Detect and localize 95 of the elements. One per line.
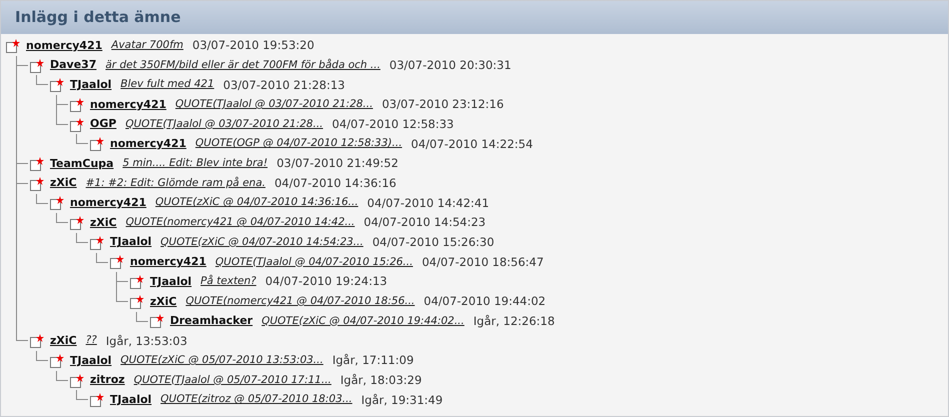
post-date: 04/07-2010 19:24:13 <box>265 273 388 290</box>
post-date: 04/07-2010 12:58:33 <box>332 116 454 133</box>
post-date: 03/07-2010 20:30:31 <box>389 56 512 74</box>
new-post-icon <box>50 78 64 92</box>
post-date: Igår, 19:31:49 <box>361 392 443 409</box>
post-date: 04/07-2010 18:56:47 <box>422 254 544 271</box>
post-date: 04/07-2010 14:36:16 <box>274 175 396 192</box>
post-subject-link[interactable]: På texten? <box>200 274 256 290</box>
new-post-icon <box>150 314 164 328</box>
new-post-icon <box>6 38 20 53</box>
author-link[interactable]: zXiC <box>50 332 77 350</box>
post-subject-link[interactable]: Blev fult med 421 <box>120 77 214 94</box>
post-subject-link[interactable]: QUOTE(TJaalol @ 04/07-2010 15:26... <box>215 254 413 270</box>
post-subject-link[interactable]: QUOTE(zitroz @ 05/07-2010 18:03... <box>160 392 352 408</box>
author-link[interactable]: TJaalol <box>150 274 192 290</box>
tree-connector <box>76 232 88 243</box>
post-date: 03/07-2010 21:49:52 <box>276 155 398 172</box>
tree-connector <box>96 252 108 263</box>
author-link[interactable]: TJaalol <box>70 352 112 370</box>
author-link[interactable]: TJaalol <box>110 392 152 408</box>
tree-connector <box>116 272 128 282</box>
author-link[interactable]: zXiC <box>50 175 77 192</box>
new-post-icon <box>50 196 64 210</box>
tree-connector <box>76 134 88 144</box>
post-subject-link[interactable]: ?? <box>86 333 97 350</box>
post-date: 04/07-2010 14:54:23 <box>364 214 486 232</box>
tree-connector <box>36 194 48 204</box>
new-post-icon <box>30 334 44 348</box>
author-link[interactable]: OGP <box>90 116 116 133</box>
tree-connector <box>16 174 28 184</box>
author-link[interactable]: TJaalol <box>110 234 152 251</box>
new-post-icon <box>70 118 84 132</box>
author-link[interactable]: nomercy421 <box>70 195 146 212</box>
new-post-icon <box>30 156 44 171</box>
new-post-icon <box>70 98 84 112</box>
post-date: 04/07-2010 14:22:54 <box>411 136 533 153</box>
new-post-icon <box>30 58 44 73</box>
author-link[interactable]: zXiC <box>150 294 177 310</box>
author-link[interactable]: TJaalol <box>70 76 112 94</box>
tree-connector <box>36 75 48 86</box>
tree-connector <box>56 370 68 381</box>
post-date: 03/07-2010 23:12:16 <box>382 96 504 114</box>
post-subject-link[interactable]: QUOTE(OGP @ 04/07-2010 12:58:33)... <box>195 136 402 152</box>
post-date: Igår, 18:03:29 <box>340 372 422 389</box>
tree-connector <box>16 331 28 342</box>
post-subject-link[interactable]: QUOTE(zXiC @ 04/07-2010 19:44:02... <box>262 314 464 330</box>
tree-connector <box>136 312 148 322</box>
author-link[interactable]: nomercy421 <box>110 136 186 153</box>
post-subject-link[interactable]: QUOTE(zXiC @ 04/07-2010 14:36:16... <box>155 195 358 212</box>
post-subject-link[interactable]: QUOTE(nomercy421 @ 04/07-2010 14:42... <box>126 215 355 231</box>
new-post-icon <box>70 374 84 388</box>
new-post-icon <box>30 176 44 191</box>
post-date: 04/07-2010 14:42:41 <box>367 194 490 212</box>
post-date: Igår, 12:26:18 <box>473 312 555 330</box>
post-subject-link[interactable]: QUOTE(nomercy421 @ 04/07-2010 18:56... <box>186 294 415 310</box>
new-post-icon <box>90 236 104 250</box>
new-post-icon <box>70 216 84 230</box>
tree-connector <box>16 56 28 66</box>
author-link[interactable]: Dave37 <box>50 57 96 74</box>
tree-connector <box>36 351 48 361</box>
post-subject-link[interactable]: QUOTE(zXiC @ 05/07-2010 13:53:03... <box>120 352 324 369</box>
post-subject-link[interactable]: är det 350FM/bild eller är det 700FM för båda och ... <box>106 58 380 74</box>
post-subject-link[interactable]: #1: #2: Edit: Glömde ram på ena. <box>86 176 266 192</box>
new-post-icon <box>130 294 144 309</box>
new-post-icon <box>90 393 104 408</box>
post-date: 04/07-2010 15:26:30 <box>372 234 494 252</box>
author-link[interactable]: zXiC <box>90 214 117 232</box>
section-title: Inlägg i detta ämne <box>15 7 181 28</box>
author-link[interactable]: nomercy421 <box>26 38 102 54</box>
author-link[interactable]: nomercy421 <box>130 254 206 271</box>
author-link[interactable]: TeamCupa <box>50 156 114 172</box>
post-date: Igår, 17:11:09 <box>332 352 414 370</box>
post-subject-link[interactable]: QUOTE(TJaalol @ 03/07-2010 21:28... <box>175 97 373 113</box>
author-link[interactable]: zitroz <box>90 372 125 389</box>
author-link[interactable]: nomercy421 <box>90 96 166 114</box>
new-post-icon <box>90 137 104 152</box>
tree-connector <box>16 154 28 164</box>
post-subject-link[interactable]: QUOTE(TJaalol @ 05/07-2010 17:11... <box>134 372 332 388</box>
new-post-icon <box>110 255 124 270</box>
post-subject-link[interactable]: QUOTE(TJaalol @ 03/07-2010 21:28... <box>125 116 324 132</box>
tree-connector <box>56 114 68 125</box>
new-post-icon <box>130 275 144 290</box>
post-date: 03/07-2010 19:53:20 <box>192 37 314 54</box>
post-date: 03/07-2010 21:28:13 <box>223 76 346 94</box>
post-subject-link[interactable]: 5 min.... Edit: Blev inte bra! <box>122 156 268 172</box>
tree-connector <box>56 95 68 106</box>
tree-connector <box>76 390 88 400</box>
post-date: Igår, 13:53:03 <box>106 332 188 350</box>
tree-connector <box>116 292 128 302</box>
post-date: 04/07-2010 19:44:02 <box>424 293 546 310</box>
post-subject-link[interactable]: Avatar 700fm <box>111 38 184 54</box>
tree-connector <box>56 213 68 224</box>
new-post-icon <box>50 354 64 368</box>
post-subject-link[interactable]: QUOTE(zXiC @ 04/07-2010 14:54:23... <box>160 234 364 251</box>
author-link[interactable]: Dreamhacker <box>170 313 253 330</box>
